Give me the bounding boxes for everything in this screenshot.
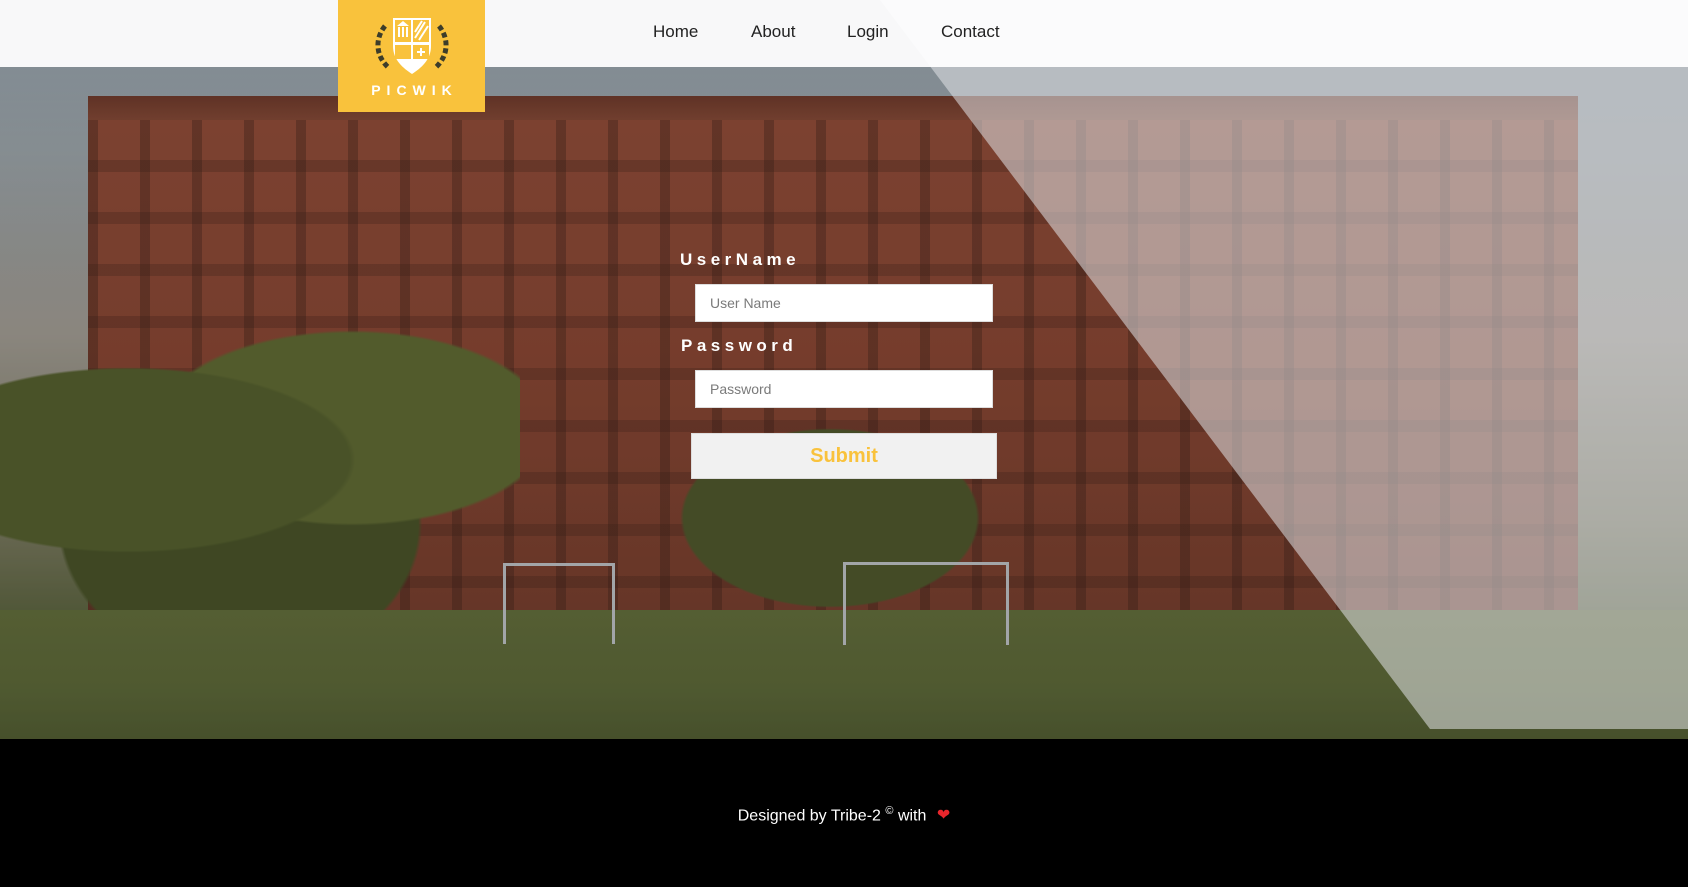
copyright-symbol: © xyxy=(885,805,894,817)
page: Home About Login Contact PICWIK UserName… xyxy=(0,0,1688,887)
password-label: Password xyxy=(681,336,798,355)
submit-button[interactable]: Submit xyxy=(691,433,997,479)
heart-icon: ❤ xyxy=(936,807,951,825)
site-logo[interactable]: PICWIK xyxy=(338,0,485,112)
footer-credit: Designed by Tribe-2 © with ❤ xyxy=(0,805,1688,825)
password-input[interactable] xyxy=(695,370,993,408)
logo-text: PICWIK xyxy=(371,82,458,98)
username-label: UserName xyxy=(680,250,801,269)
footer-credit-suffix: with xyxy=(897,807,927,825)
nav-contact-link[interactable]: Contact xyxy=(941,22,1000,42)
username-input[interactable] xyxy=(695,284,993,322)
nav-login-link[interactable]: Login xyxy=(847,22,889,42)
footer-credit-prefix: Designed by Tribe-2 xyxy=(737,807,881,825)
nav-about-link[interactable]: About xyxy=(751,22,795,42)
crest-icon xyxy=(375,18,448,74)
top-navbar: Home About Login Contact xyxy=(0,0,1688,67)
nav-home-link[interactable]: Home xyxy=(653,22,698,42)
footer: Designed by Tribe-2 © with ❤ xyxy=(0,739,1688,887)
